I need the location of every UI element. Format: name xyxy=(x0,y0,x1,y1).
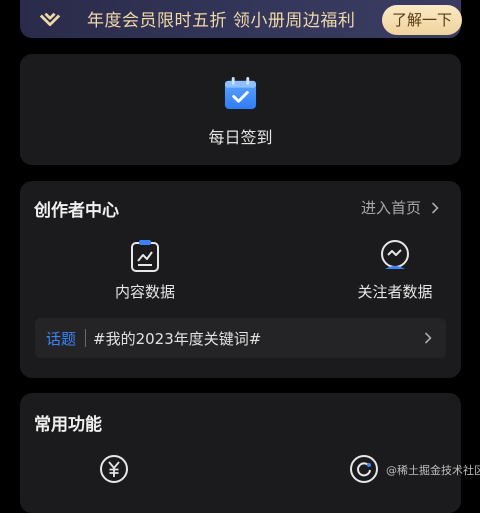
common-functions-title: 常用功能 xyxy=(34,415,102,435)
chevron-right-icon xyxy=(424,332,432,344)
content-data-label: 内容数据 xyxy=(114,283,175,301)
creator-center-title: 创作者中心 xyxy=(34,201,119,221)
topic-bar[interactable]: 话题 #我的2023年度关键词# xyxy=(35,318,446,358)
learn-more-button[interactable]: 了解一下 xyxy=(382,5,462,35)
enter-homepage-link[interactable]: 进入首页 xyxy=(361,197,439,218)
daily-checkin-card[interactable]: 每日签到 xyxy=(20,54,461,165)
checkin-label: 每日签到 xyxy=(208,128,273,147)
chevron-right-icon xyxy=(431,201,439,214)
enter-homepage-label: 进入首页 xyxy=(360,199,421,217)
topic-tag: 话题 xyxy=(46,330,77,348)
calendar-check-icon xyxy=(224,77,257,110)
topic-divider xyxy=(85,329,86,347)
common-functions-card: 常用功能 xyxy=(20,393,461,513)
topic-text: #我的2023年度关键词# xyxy=(93,330,262,348)
follower-data-label: 关注者数据 xyxy=(357,283,433,301)
follower-data-icon xyxy=(381,240,409,269)
juejin-logo-icon xyxy=(39,12,61,27)
follower-data-item[interactable]: 关注者数据 xyxy=(340,239,450,302)
vip-promo-banner[interactable]: 年度会员限时五折 领小册周边福利 了解一下 xyxy=(20,0,462,38)
watermark: @稀土掘金技术社区 xyxy=(386,464,480,477)
creator-center-card: 创作者中心 进入首页 内容数据 关注者数据 话题 #我的2023年度关键词# xyxy=(20,181,461,378)
content-data-item[interactable]: 内容数据 xyxy=(90,239,200,302)
banner-text: 年度会员限时五折 领小册周边福利 xyxy=(87,11,356,31)
content-data-icon xyxy=(131,240,159,272)
